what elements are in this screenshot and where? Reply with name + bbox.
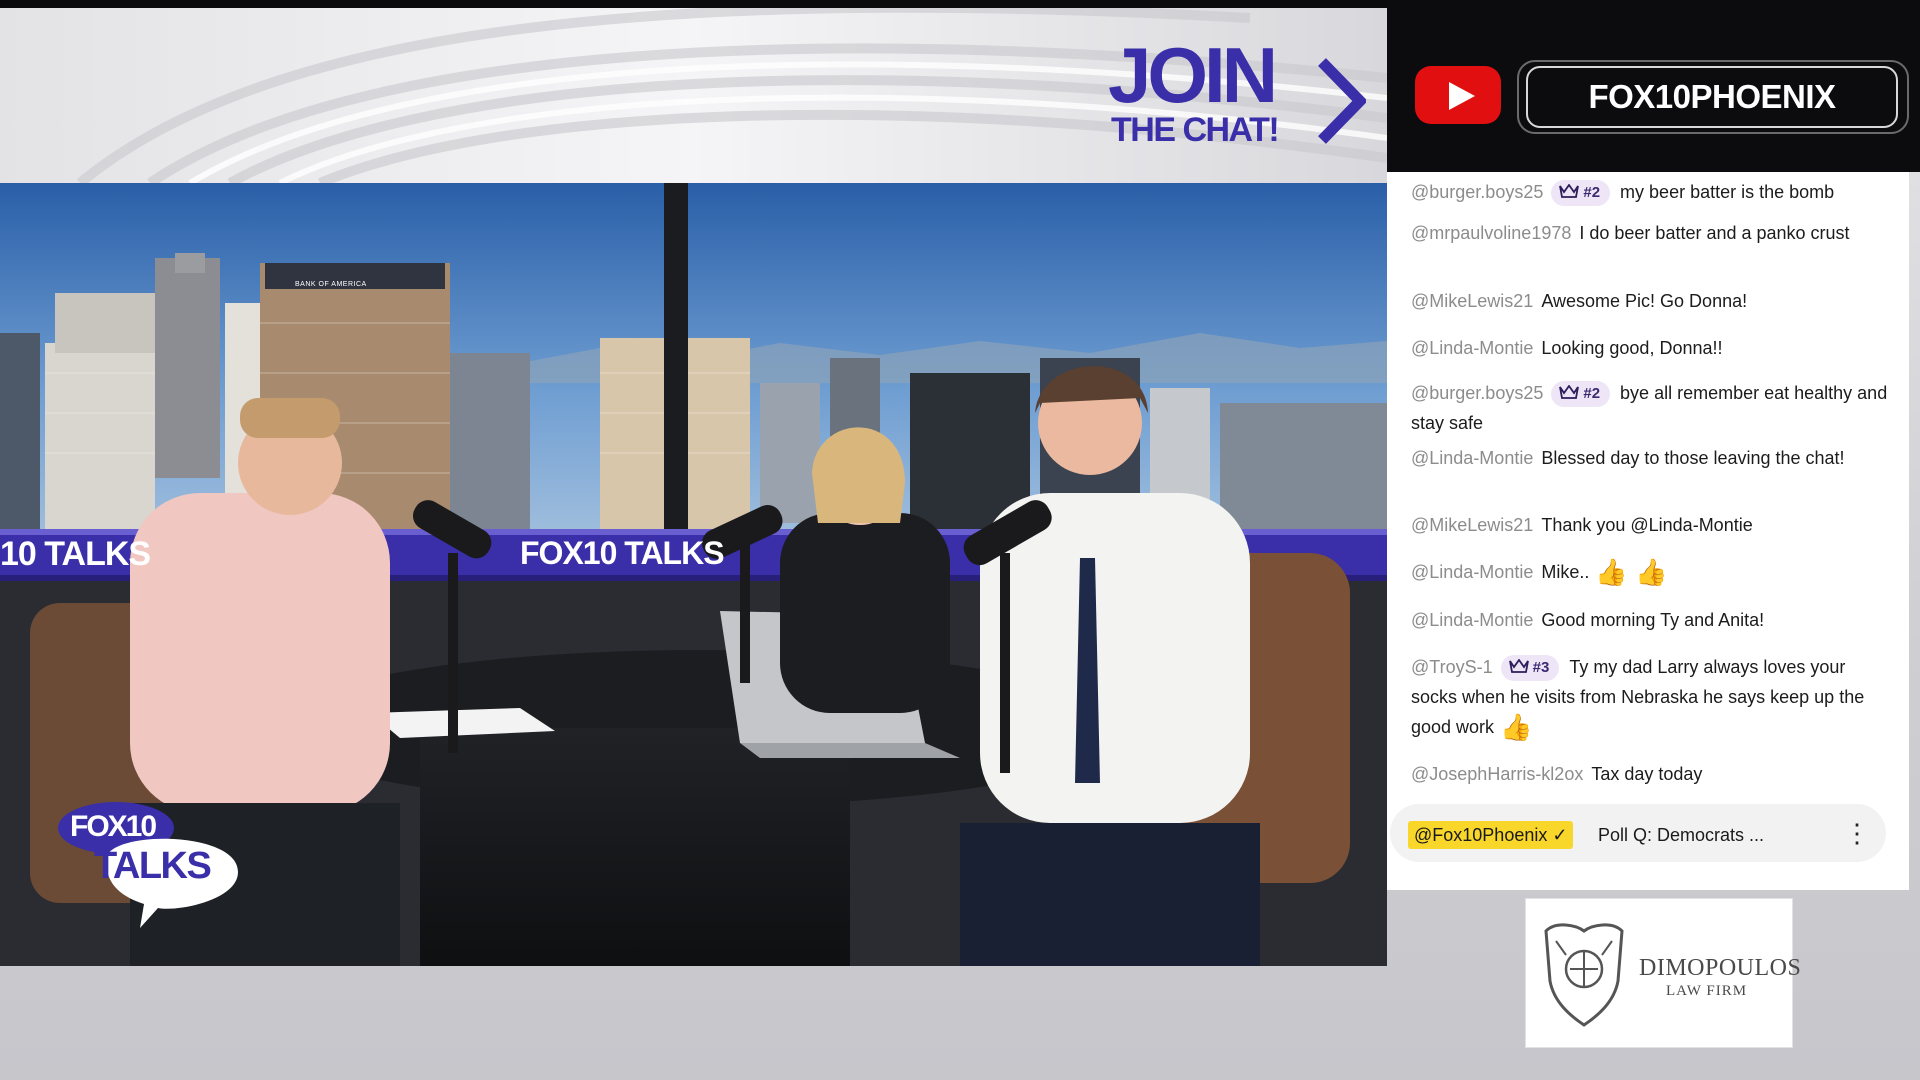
chevron-right-icon xyxy=(1318,58,1366,144)
chat-username[interactable]: @burger.boys25 xyxy=(1411,383,1543,403)
chat-text: Mike.. xyxy=(1541,562,1590,582)
chat-username[interactable]: @Linda-Montie xyxy=(1411,610,1533,630)
sponsor-subtitle: LAW FIRM xyxy=(1666,983,1748,999)
logo-fox10-text: FOX10 xyxy=(70,810,157,843)
chat-text: my beer batter is the bomb xyxy=(1620,182,1835,202)
chat-username[interactable]: @Linda-Montie xyxy=(1411,448,1533,468)
chat-text: Good morning Ty and Anita! xyxy=(1541,610,1765,630)
chat-message: @MikeLewis21 Thank you @Linda-Montie xyxy=(1411,511,1891,539)
thumbs-up-icon: 👍 👍 xyxy=(1595,557,1668,587)
crest-icon xyxy=(1544,923,1624,1027)
sponsor-name: DIMOPOULOS xyxy=(1639,955,1802,981)
chat-username[interactable]: @MikeLewis21 xyxy=(1411,291,1533,311)
crown-icon xyxy=(1559,385,1580,399)
live-chat-panel[interactable]: @burger.boys25 #2 my beer batter is the bo… xyxy=(1387,172,1909,890)
youtube-icon xyxy=(1415,66,1501,124)
pinned-message[interactable]: @Fox10Phoenix ✓ Poll Q: Democrats ... ⋮ xyxy=(1390,804,1886,862)
chat-message: @Linda-Montie Good morning Ty and Anita! xyxy=(1411,606,1891,634)
crown-icon xyxy=(1559,184,1580,198)
banner-text-mid: FOX10 TALKS xyxy=(520,535,725,571)
chat-message: @JosephHarris-kl2ox Tax day today xyxy=(1411,760,1891,788)
chat-username[interactable]: @JosephHarris-kl2ox xyxy=(1411,764,1583,784)
crown-icon xyxy=(1508,659,1529,673)
fox10-talks-logo: FOX10 TALKS xyxy=(58,800,248,930)
chat-username[interactable]: @burger.boys25 xyxy=(1411,182,1543,202)
chat-message: @burger.boys25 #2 bye all remember eat hea… xyxy=(1411,378,1891,438)
banner-text-left: 10 TALKS xyxy=(0,535,151,573)
join-the-chat-promo: JOIN THE CHAT! xyxy=(1108,36,1378,156)
badge-rank: #3 xyxy=(1532,659,1550,676)
top-strip xyxy=(0,0,1387,8)
chat-text: Looking good, Donna!! xyxy=(1541,338,1723,358)
chat-text: Tax day today xyxy=(1591,764,1703,784)
member-badge: #2 xyxy=(1551,381,1611,407)
badge-rank: #2 xyxy=(1583,184,1601,201)
join-title: JOIN xyxy=(1108,31,1278,119)
chat-text: Blessed day to those leaving the chat! xyxy=(1541,448,1845,468)
pinned-text: Poll Q: Democrats ... xyxy=(1598,825,1765,845)
channel-name: FOX10PHOENIX xyxy=(1526,66,1898,128)
play-icon xyxy=(1449,82,1475,110)
badge-rank: #2 xyxy=(1583,385,1601,402)
stream-frame: JOIN THE CHAT! 10 TALKS FOX10 TALKS BANK… xyxy=(0,0,1920,1080)
chat-text: Thank you @Linda-Montie xyxy=(1541,515,1753,535)
chat-message: @MikeLewis21 Awesome Pic! Go Donna! xyxy=(1411,287,1891,315)
channel-header: FOX10PHOENIX xyxy=(1387,0,1920,172)
pinned-username[interactable]: @Fox10Phoenix ✓ xyxy=(1408,821,1574,849)
chat-username[interactable]: @Linda-Montie xyxy=(1411,562,1533,582)
chat-message: @Linda-Montie Mike.. 👍 👍 xyxy=(1411,558,1891,586)
thumbs-up-icon: 👍 xyxy=(1500,712,1533,742)
chat-username[interactable]: @mrpaulvoline1978 xyxy=(1411,223,1571,243)
building-sign: BANK OF AMERICA xyxy=(295,281,367,288)
member-badge: #3 xyxy=(1500,655,1560,681)
chat-username[interactable]: @Linda-Montie xyxy=(1411,338,1533,358)
sponsor-logo: DIMOPOULOS LAW FIRM xyxy=(1525,898,1801,1048)
chat-message: @Linda-Montie Looking good, Donna!! xyxy=(1411,334,1891,362)
member-badge: #2 xyxy=(1551,180,1611,206)
join-subtitle: THE CHAT! xyxy=(1111,111,1280,149)
chat-message: @burger.boys25 #2 my beer batter is the bo… xyxy=(1411,178,1891,206)
more-vert-icon[interactable]: ⋮ xyxy=(1844,816,1870,850)
logo-talks-text: TALKS xyxy=(94,845,212,887)
chat-text: Awesome Pic! Go Donna! xyxy=(1541,291,1748,311)
chat-message: @mrpaulvoline1978 I do beer batter and a … xyxy=(1411,221,1891,245)
chat-username[interactable]: @TroyS-1 xyxy=(1411,657,1493,677)
chat-message: @TroyS-1 #3 Ty my dad Larry always loves y… xyxy=(1411,652,1891,742)
chat-username[interactable]: @MikeLewis21 xyxy=(1411,515,1533,535)
chat-message: @Linda-Montie Blessed day to those leavin… xyxy=(1411,446,1891,470)
chat-text: I do beer batter and a panko crust xyxy=(1579,223,1850,243)
